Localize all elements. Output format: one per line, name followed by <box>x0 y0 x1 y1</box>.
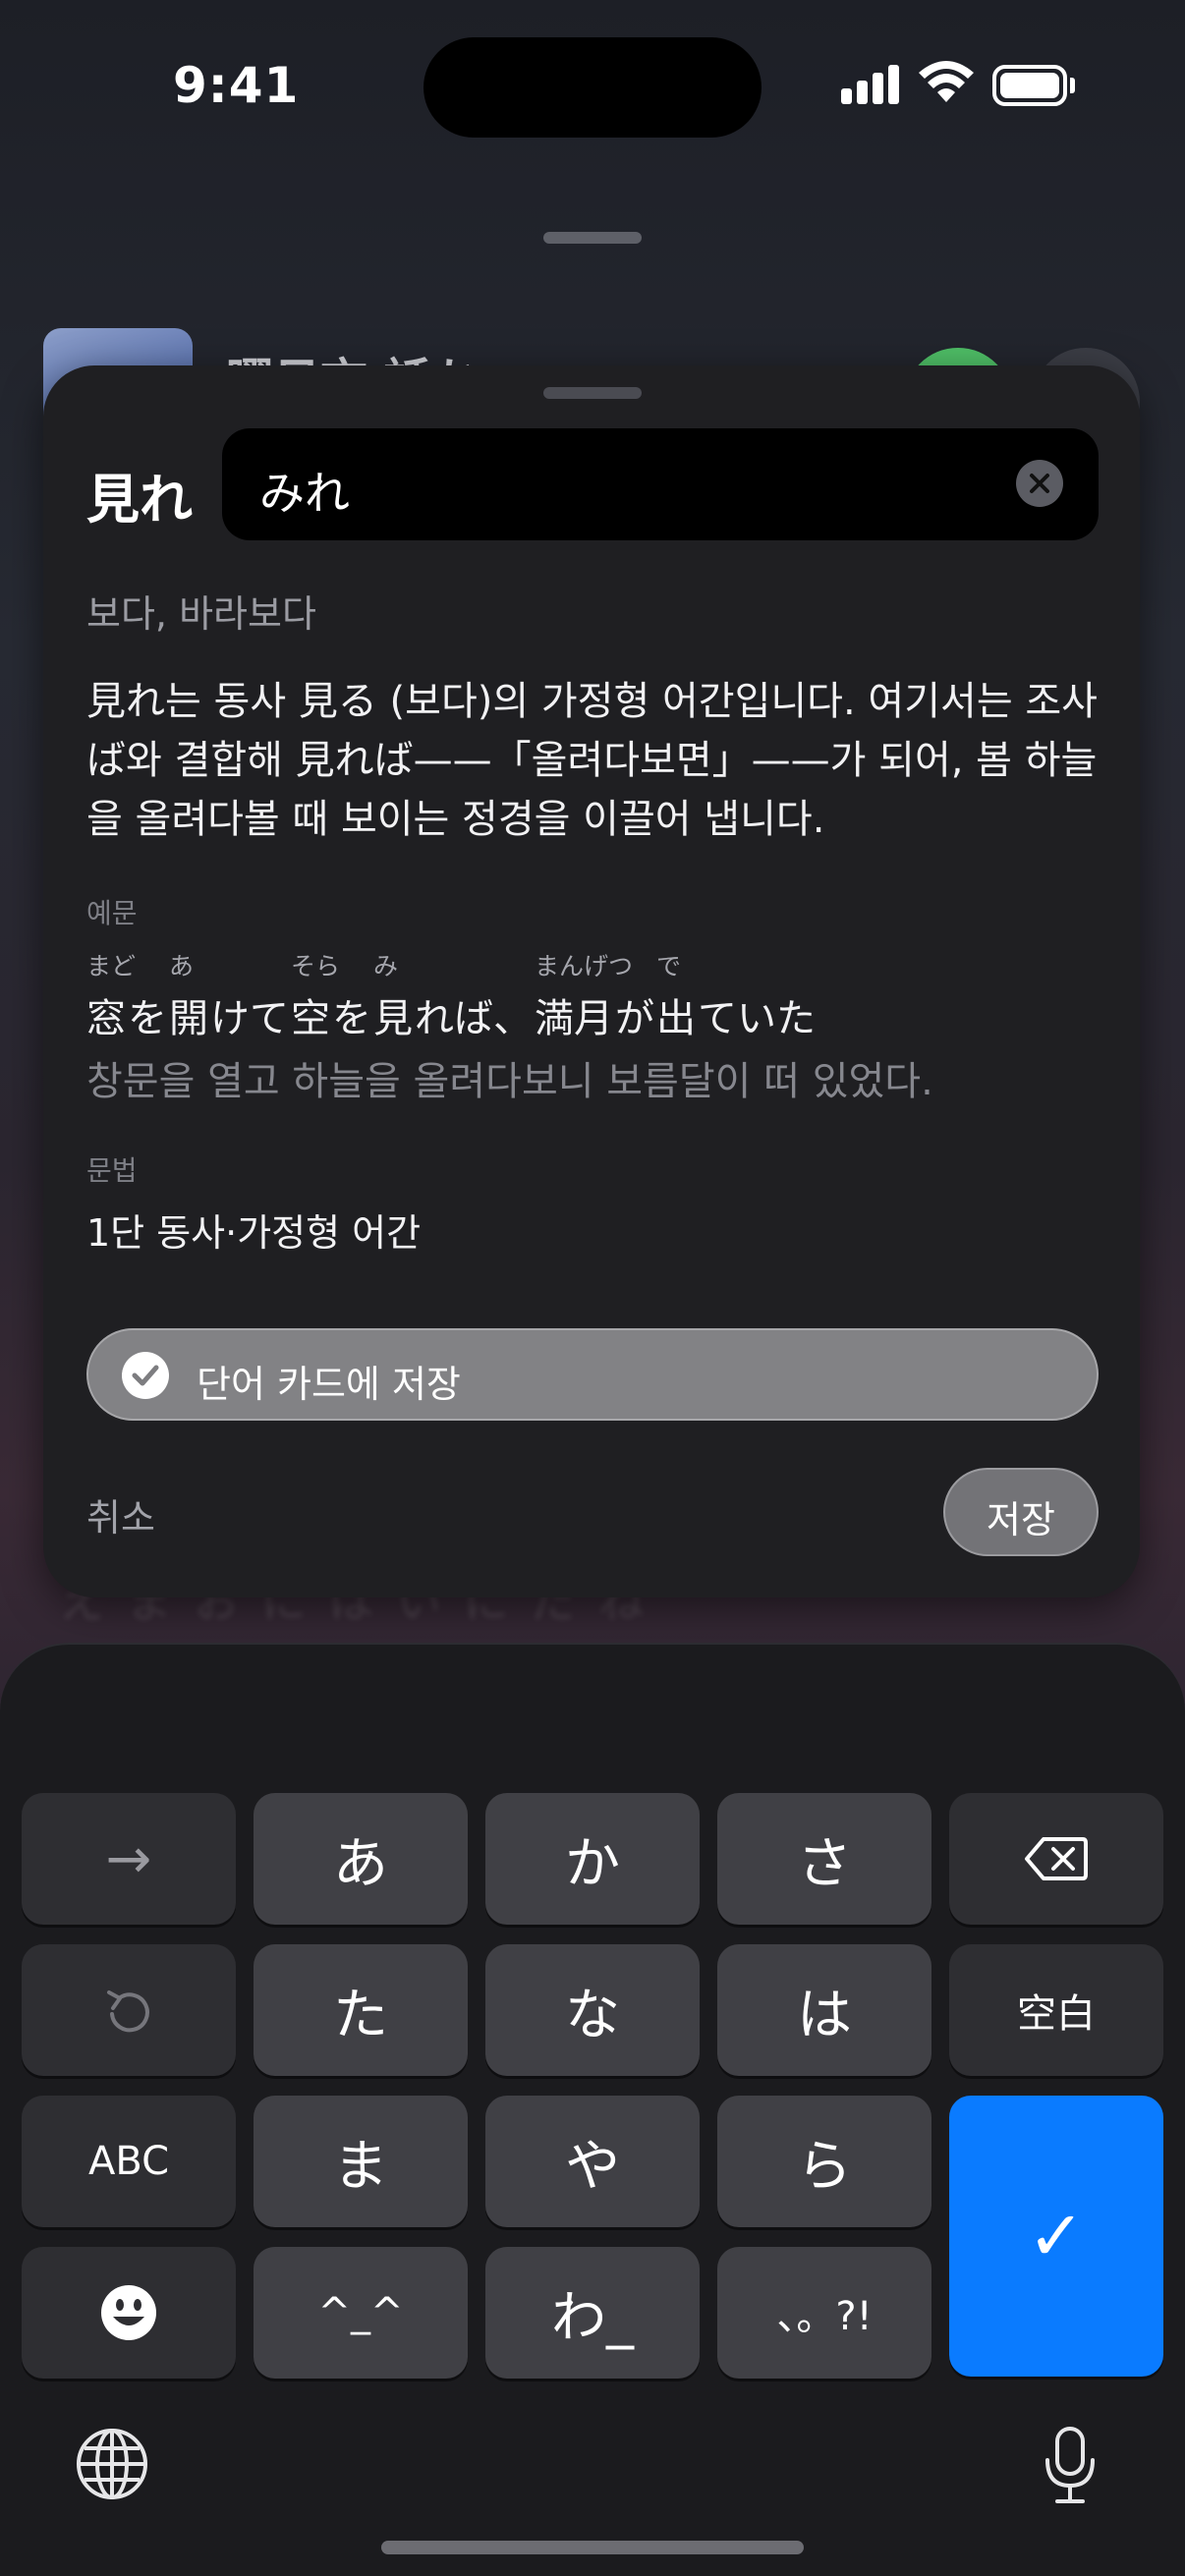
example-base-text: 出 <box>656 996 696 1041</box>
key-emoji[interactable] <box>22 2247 236 2379</box>
save-button[interactable]: 저장 <box>943 1468 1099 1556</box>
grammar-value: 1단 동사·가정형 어간 <box>86 1211 422 1255</box>
example-base-text: が <box>615 996 654 1041</box>
example-base-text: 空 <box>291 996 330 1041</box>
key-delete[interactable] <box>949 1793 1163 1925</box>
key-undo[interactable] <box>22 1944 236 2076</box>
checkmark-icon <box>122 1352 169 1399</box>
save-to-wordcard-toggle[interactable]: 단어 카드에 저장 <box>86 1328 1099 1421</box>
microphone-icon[interactable] <box>1042 2427 1099 2509</box>
dynamic-island <box>423 37 762 138</box>
key-ta[interactable]: た <box>254 1944 468 2076</box>
wifi-icon <box>918 61 975 104</box>
key-ra[interactable]: ら <box>717 2096 931 2227</box>
save-button-label: 저장 <box>987 1498 1055 1541</box>
key-punctuation[interactable]: 、。?! <box>717 2247 931 2379</box>
example-base-text: 窓 <box>86 996 126 1041</box>
battery-icon <box>992 65 1075 106</box>
example-base-text: 開 <box>169 996 208 1041</box>
explanation: 見れ는 동사 見る (보다)의 가정형 어간입니다. 여기서는 조사 ば와 결합… <box>86 679 1098 842</box>
globe-icon[interactable] <box>75 2427 149 2505</box>
key-ka[interactable]: か <box>485 1793 700 1925</box>
clear-icon[interactable] <box>1016 460 1063 507</box>
reading-input-value[interactable]: みれ <box>259 458 350 523</box>
sheet-grabber[interactable] <box>543 232 642 244</box>
key-a[interactable]: あ <box>254 1793 468 1925</box>
delete-icon <box>1025 1837 1088 1880</box>
key-sa[interactable]: さ <box>717 1793 931 1925</box>
cellular-signal-icon <box>841 65 900 104</box>
furigana: あ <box>169 952 195 980</box>
furigana: まんげつ <box>535 952 634 980</box>
key-wa[interactable]: わ_ <box>485 2247 700 2379</box>
grammar-label: 문법 <box>86 1154 138 1187</box>
key-ya[interactable]: や <box>485 2096 700 2227</box>
example-base-text: を <box>332 996 371 1041</box>
example-translation: 창문을 열고 하늘을 올려다보니 보름달이 떠 있었다. <box>86 1059 933 1104</box>
example-base-text: 満月 <box>535 996 613 1041</box>
furigana: そら <box>291 952 341 980</box>
checkmark-confirm-icon: ✓ <box>1027 2196 1086 2276</box>
key-na[interactable]: な <box>485 1944 700 2076</box>
key-abc[interactable]: ABC <box>22 2096 236 2227</box>
example-label: 예문 <box>86 897 138 929</box>
meaning: 보다, 바라보다 <box>86 592 316 636</box>
status-time: 9:41 <box>173 57 300 114</box>
furigana: み <box>373 952 399 980</box>
furigana: で <box>656 952 682 980</box>
key-ma[interactable]: ま <box>254 2096 468 2227</box>
key-kaomoji[interactable]: ^_^ <box>254 2247 468 2379</box>
undo-icon <box>107 1990 149 2033</box>
example-base-text: れば、 <box>415 996 533 1041</box>
card-grabber[interactable] <box>543 387 642 399</box>
arrow-right-icon: → <box>105 1826 152 1891</box>
key-ha[interactable]: は <box>717 1944 931 2076</box>
example-base-text: けて <box>210 996 289 1041</box>
example-base-text: ていた <box>698 996 816 1041</box>
furigana: まど <box>86 952 137 980</box>
key-next[interactable]: → <box>22 1793 236 1925</box>
reading-input[interactable]: みれ <box>222 428 1099 540</box>
example-sentence: まど窓をあ開けて そら空をみ見れば、 まんげつ 満月がで出ていた <box>86 947 1108 1055</box>
emoji-icon <box>101 2285 156 2340</box>
key-space[interactable]: 空白 <box>949 1944 1163 2076</box>
dictionary-card: 見れ みれ 보다, 바라보다 見れ는 동사 見る (보다)의 가정형 어간입니다… <box>43 365 1140 1597</box>
key-confirm[interactable]: ✓ <box>949 2096 1163 2377</box>
save-toggle-label: 단어 카드에 저장 <box>197 1363 461 1406</box>
home-indicator <box>381 2541 804 2554</box>
example-base-text: 見 <box>373 996 413 1041</box>
cancel-button[interactable]: 취소 <box>86 1487 155 1541</box>
headword: 見れ <box>86 469 193 531</box>
example-base-text: を <box>128 996 167 1041</box>
